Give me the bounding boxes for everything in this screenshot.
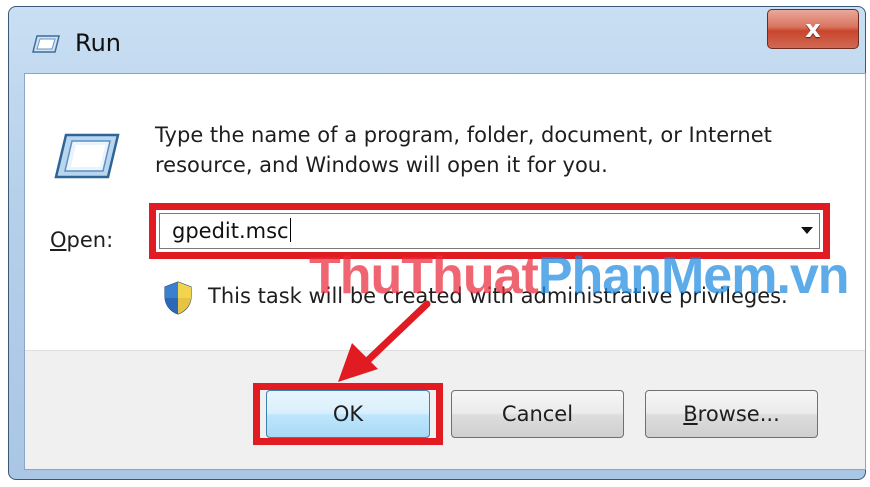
browse-button-label: rowse... [697,402,780,426]
ok-highlight-box [253,383,443,445]
button-layer: OK Cancel Browse... [24,73,866,470]
cancel-button-label: Cancel [501,402,574,426]
run-icon [32,35,60,53]
cancel-button[interactable]: Cancel [451,390,624,438]
title-bar[interactable]: Run x [9,7,865,73]
browse-accelerator: B [683,402,698,426]
window-title: Run [75,29,122,57]
close-icon: x [805,15,821,43]
close-button[interactable]: x [767,9,859,49]
browse-button[interactable]: Browse... [645,390,818,438]
